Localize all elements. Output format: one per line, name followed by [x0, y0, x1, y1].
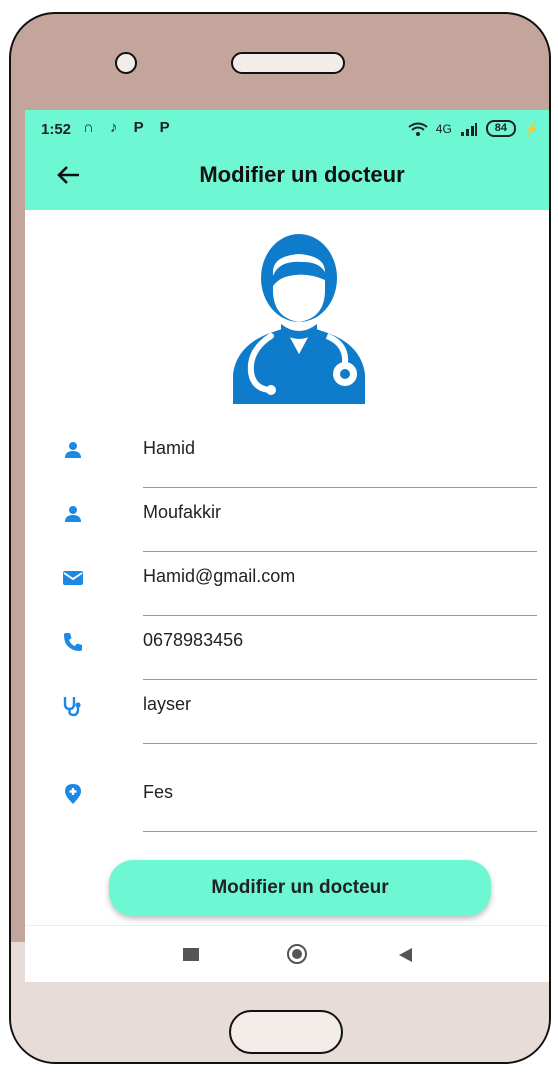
first-name-value[interactable]: Hamid	[143, 438, 195, 459]
city-field[interactable]: Fes	[25, 768, 549, 832]
specialty-field[interactable]: layser	[25, 680, 549, 744]
mail-icon	[63, 571, 83, 585]
email-field[interactable]: Hamid@gmail.com	[25, 552, 549, 616]
first-name-field[interactable]: Hamid	[25, 424, 549, 488]
page-title: Modifier un docteur	[199, 162, 405, 187]
status-bar: 1:52 ∩ ♪ P P 4G 84 ⚡	[25, 110, 549, 148]
network-type: 4G	[435, 121, 452, 136]
phone-value[interactable]: 0678983456	[143, 630, 243, 651]
person-icon	[65, 506, 81, 522]
status-time: 1:52	[41, 121, 72, 138]
phone-icon	[64, 633, 82, 651]
person-icon	[65, 442, 81, 458]
specialty-value[interactable]: layser	[143, 694, 191, 715]
field-underline	[143, 831, 537, 832]
earpiece-speaker	[231, 52, 345, 74]
phone-field[interactable]: 0678983456	[25, 616, 549, 680]
android-navigation-bar	[25, 925, 549, 982]
doctor-avatar-icon	[233, 234, 365, 404]
stethoscope-icon	[63, 697, 81, 717]
recent-apps-button[interactable]	[183, 948, 199, 961]
signal-icon	[460, 122, 477, 136]
city-value[interactable]: Fes	[143, 782, 173, 803]
notification-icons: ∩ ♪ P P	[83, 119, 176, 136]
home-button[interactable]	[287, 944, 307, 964]
location-pin-icon	[65, 784, 81, 804]
last-name-field[interactable]: Moufakkir	[25, 488, 549, 552]
front-camera	[115, 52, 137, 74]
phone-frame: 1:52 ∩ ♪ P P 4G 84 ⚡ Modifier un docteur…	[9, 12, 551, 1064]
modifier-docteur-button[interactable]: Modifier un docteur	[109, 860, 491, 916]
status-right-icons: 4G 84 ⚡	[408, 120, 539, 137]
app-bar: 1:52 ∩ ♪ P P 4G 84 ⚡ Modifier un docteur	[25, 110, 549, 210]
charging-icon: ⚡	[524, 121, 539, 136]
email-value[interactable]: Hamid@gmail.com	[143, 566, 295, 587]
home-hardware-button[interactable]	[229, 1010, 343, 1054]
field-underline	[143, 743, 537, 744]
back-button[interactable]	[399, 948, 412, 962]
battery-indicator: 84	[485, 120, 517, 137]
wifi-icon	[408, 122, 428, 136]
last-name-value[interactable]: Moufakkir	[143, 502, 221, 523]
app-screen: 1:52 ∩ ♪ P P 4G 84 ⚡ Modifier un docteur…	[25, 110, 549, 982]
